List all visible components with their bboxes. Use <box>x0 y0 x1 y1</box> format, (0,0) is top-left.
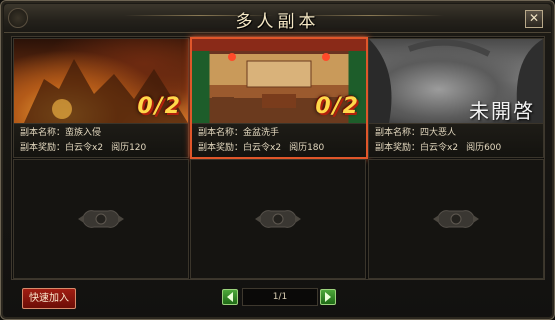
dungeon-name: 金盆洗手 <box>243 128 280 138</box>
exp-value: 阅历600 <box>466 143 502 153</box>
locked-label: 未開啓 <box>469 99 535 123</box>
right-arrow-icon <box>325 292 331 302</box>
name-label: 副本名称： <box>20 128 66 138</box>
title-bar: 多人副本 ✕ <box>4 4 551 33</box>
page-indicator: 1/1 <box>242 288 318 306</box>
dungeon-info: 副本名称：蛮族入侵 副本奖励：白云令x2 阅历120 <box>14 123 188 157</box>
dungeon-window: 多人副本 ✕ 0/2 副本名称：蛮族入侵 副本奖励：白云令x2 阅历120 0/… <box>0 0 555 320</box>
prev-page-button[interactable] <box>222 289 238 305</box>
reward-value: 白云令x2 <box>65 143 104 153</box>
reward-label: 副本奖励： <box>198 143 244 153</box>
empty-slot-emblem-icon <box>78 210 124 228</box>
exp-value: 阅历120 <box>111 143 147 153</box>
title-divider-right <box>294 15 444 16</box>
left-arrow-icon <box>227 292 233 302</box>
dungeon-card-1[interactable]: 0/2 副本名称：蛮族入侵 副本奖励：白云令x2 阅历120 <box>13 38 189 158</box>
window-title: 多人副本 <box>235 12 320 32</box>
dungeon-info: 副本名称：金盆洗手 副本奖励：白云令x2 阅历180 <box>192 123 366 157</box>
empty-slot-2 <box>190 159 366 279</box>
name-label: 副本名称： <box>198 128 244 138</box>
party-count: 0/2 <box>315 94 360 119</box>
reward-value: 白云令x2 <box>243 143 282 153</box>
empty-slot-emblem-icon <box>433 210 479 228</box>
exp-value: 阅历180 <box>289 143 325 153</box>
empty-slot-1 <box>13 159 189 279</box>
empty-slot-3 <box>368 159 544 279</box>
empty-slot-emblem-icon <box>255 210 301 228</box>
dungeon-info: 副本名称：四大恶人 副本奖励：白云令x2 阅历600 <box>369 123 543 157</box>
reward-value: 白云令x2 <box>420 143 459 153</box>
next-page-button[interactable] <box>320 289 336 305</box>
dungeon-grid: 0/2 副本名称：蛮族入侵 副本奖励：白云令x2 阅历120 0/2 副本名称：… <box>11 36 545 280</box>
name-label: 副本名称： <box>375 128 421 138</box>
dungeon-card-2[interactable]: 0/2 副本名称：金盆洗手 副本奖励：白云令x2 阅历180 <box>190 37 368 159</box>
close-button[interactable]: ✕ <box>525 10 543 28</box>
reward-label: 副本奖励： <box>375 143 421 153</box>
dungeon-name: 蛮族入侵 <box>65 128 102 138</box>
dungeon-card-3[interactable]: 未開啓 副本名称：四大恶人 副本奖励：白云令x2 阅历600 <box>368 38 544 158</box>
party-count: 0/2 <box>137 94 182 119</box>
dungeon-name: 四大恶人 <box>420 128 457 138</box>
quick-join-button[interactable]: 快速加入 <box>22 288 76 309</box>
reward-label: 副本奖励： <box>20 143 66 153</box>
